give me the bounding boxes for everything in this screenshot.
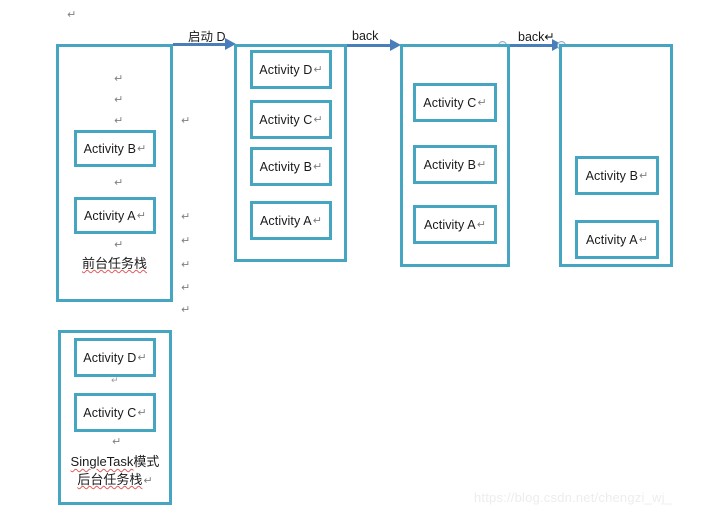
background-stack-inner-mark: ↵ (112, 436, 122, 448)
activity-box-stack2-a[interactable]: Activity A ↵ (250, 201, 332, 240)
activity-box-stack2-c[interactable]: Activity C ↵ (250, 100, 332, 139)
watermark: https://blog.csdn.net/chengzi_wj_ (474, 490, 673, 505)
activity-box-stack3-a[interactable]: Activity A ↵ (413, 205, 497, 244)
activity-label-mark: ↵ (477, 159, 487, 171)
diagram-canvas: ↵ 启动 D back back↵ ↵ ↵ ↵ Activity B ↵ ↵ Ac… (0, 0, 711, 517)
activity-label: Activity B (83, 141, 137, 156)
activity-box-foreground-a[interactable]: Activity A ↵ (74, 197, 156, 234)
activity-box-stack4-b[interactable]: Activity B ↵ (575, 156, 659, 195)
activity-box-stack2-d[interactable]: Activity D ↵ (250, 50, 332, 89)
activity-box-background-d[interactable]: Activity D ↵ (74, 338, 156, 377)
activity-label: Activity C (259, 112, 313, 127)
background-stack-mini-tick: ↵ (111, 375, 119, 385)
gutter-mark-4: ↵ (181, 259, 191, 271)
activity-label-mark: ↵ (638, 234, 649, 246)
arrow-label-back-1: back (352, 29, 379, 43)
activity-label: Activity D (83, 350, 137, 365)
activity-label: Activity B (585, 168, 639, 183)
activity-box-background-c[interactable]: Activity C ↵ (74, 393, 156, 432)
activity-box-stack2-b[interactable]: Activity B ↵ (250, 147, 332, 186)
activity-label: Activity B (259, 159, 313, 174)
background-stack-caption-line2-mark: ↵ (143, 475, 153, 487)
activity-box-stack3-b[interactable]: Activity B ↵ (413, 145, 497, 184)
activity-box-stack4-a[interactable]: Activity A ↵ (575, 220, 659, 259)
activity-label-mark: ↵ (136, 210, 147, 222)
stack1-inner-mark-4: ↵ (114, 177, 124, 189)
arrow-label-back-2-text: back (518, 30, 545, 44)
stack1-inner-mark-2: ↵ (114, 94, 124, 106)
activity-label: Activity A (259, 213, 312, 228)
gutter-mark-6: ↵ (181, 304, 191, 316)
arrow-line-launch-d (173, 43, 229, 46)
activity-label: Activity C (423, 95, 477, 110)
arrow-line-back-1 (347, 44, 395, 47)
activity-label-mark: ↵ (313, 161, 323, 173)
gutter-mark-5: ↵ (181, 282, 191, 294)
activity-label: Activity D (259, 62, 313, 77)
foreground-stack-caption: 前台任务栈 (56, 255, 173, 273)
activity-label-mark: ↵ (476, 219, 487, 231)
activity-label: Activity B (423, 157, 477, 172)
gutter-mark-2: ↵ (181, 211, 191, 223)
background-stack-caption: SingleTask模式 后台任务栈↵ (58, 453, 172, 490)
gutter-mark-1: ↵ (181, 115, 191, 127)
activity-label-mark: ↵ (137, 352, 147, 364)
activity-label-mark: ↵ (639, 170, 649, 182)
background-stack-caption-mode-suffix: 模式 (133, 454, 160, 469)
activity-label-mark: ↵ (313, 64, 323, 76)
activity-label: Activity A (83, 208, 136, 223)
activity-label-mark: ↵ (137, 143, 147, 155)
activity-box-stack3-c[interactable]: Activity C ↵ (413, 83, 497, 122)
activity-box-foreground-b[interactable]: Activity B ↵ (74, 130, 156, 167)
stack1-inner-mark-3: ↵ (114, 115, 124, 127)
document-top-return-mark: ↵ (67, 9, 77, 21)
foreground-stack-caption-text: 前台任务栈 (81, 256, 147, 271)
arrow-line-back-2 (505, 44, 559, 47)
activity-label: Activity A (423, 217, 476, 232)
arrow-label-back-2: back↵ (518, 29, 555, 44)
activity-label-mark: ↵ (137, 407, 147, 419)
background-stack-caption-line2: 后台任务栈↵ (58, 471, 172, 490)
gutter-mark-3: ↵ (181, 235, 191, 247)
activity-label: Activity A (585, 232, 638, 247)
background-stack-caption-line1: SingleTask模式 (58, 453, 172, 471)
activity-label-mark: ↵ (313, 114, 323, 126)
activity-label-mark: ↵ (312, 215, 323, 227)
activity-label: Activity C (83, 405, 137, 420)
stack1-inner-mark-5: ↵ (114, 239, 124, 251)
activity-label-mark: ↵ (477, 97, 487, 109)
stack1-inner-mark-1: ↵ (114, 73, 124, 85)
background-stack-caption-line2-text: 后台任务栈 (77, 472, 143, 487)
background-stack-caption-mode-name: SingleTask (70, 454, 134, 469)
